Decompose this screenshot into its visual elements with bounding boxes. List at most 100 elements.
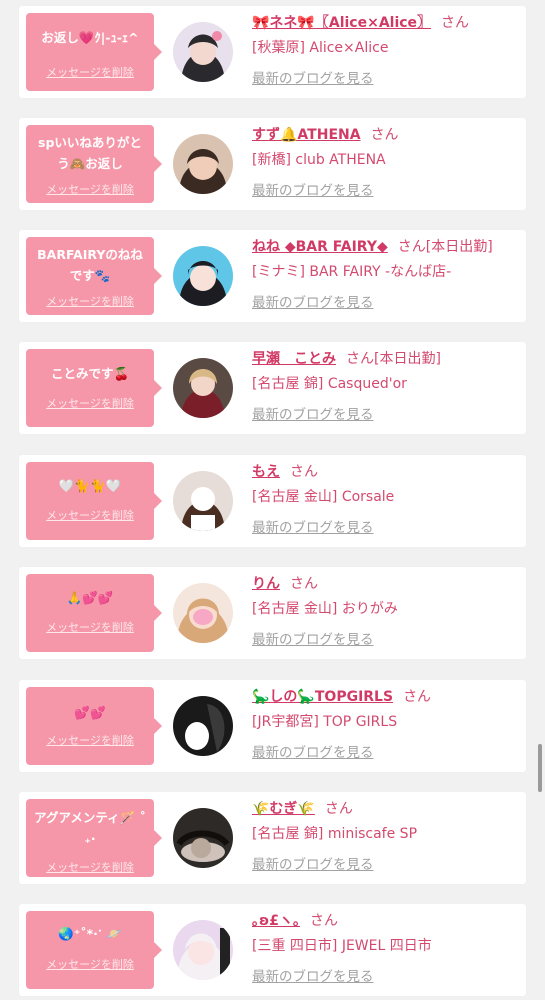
message-bubble: 🙏💕💕 メッセージを削除 [26,574,162,652]
latest-blog-link[interactable]: 最新のブログを見る [252,745,374,761]
scrollbar[interactable] [538,744,542,792]
message-card: 💕💕 メッセージを削除 🦕しの🦕TOPGIRLS さん [JR宇都宮] TOP G… [19,680,526,772]
girl-name-link[interactable]: 🌾むぎ🌾 [252,801,315,817]
girl-name-link[interactable]: 🎀ネネ🎀〖Alice×Alice〗 [252,15,431,31]
latest-blog-link[interactable]: 最新のブログを見る [252,71,374,87]
name-row: すず🔔ATHENA さん [252,125,522,145]
message-text: お返し💗ｸ|-ｭ-ｪ^ [41,30,139,45]
latest-blog-link[interactable]: 最新のブログを見る [252,969,374,985]
status-label: [本日出勤] [425,239,493,255]
delete-message-link[interactable]: メッセージを削除 [26,732,154,748]
latest-blog-link-row: 最新のブログを見る [252,743,522,763]
girl-name-link[interactable]: 早瀬 ことみ [252,351,336,367]
latest-blog-link-row: 最新のブログを見る [252,855,522,875]
avatar[interactable] [173,22,233,82]
latest-blog-link[interactable]: 最新のブログを見る [252,520,374,536]
shop-label: [秋葉原] Alice×Alice [252,40,389,56]
girl-name-link[interactable]: ｡ʚ£ヽ｡ [252,913,300,929]
message-bubble: ことみです🍒 メッセージを削除 [26,349,162,427]
latest-blog-link-row: 最新のブログを見る [252,518,522,538]
delete-message-link[interactable]: メッセージを削除 [26,395,154,411]
girl-name-link[interactable]: りん [252,576,280,592]
latest-blog-link[interactable]: 最新のブログを見る [252,407,374,423]
shop-label: [名古屋 錦] miniscafe SP [252,826,418,842]
delete-message-link[interactable]: メッセージを削除 [26,859,154,875]
status-label: [本日出勤] [374,351,441,367]
avatar[interactable] [173,246,233,306]
latest-blog-link[interactable]: 最新のブログを見る [252,295,374,311]
girl-info: ｡ʚ£ヽ｡ さん [三重 四日市] JEWEL 四日市 最新のブログを見る [252,911,522,987]
delete-message-link[interactable]: メッセージを削除 [26,181,154,197]
message-text: 🙏💕💕 [66,590,114,605]
delete-message-link[interactable]: メッセージを削除 [26,507,154,523]
san-suffix: さん [397,239,426,255]
delete-message-link[interactable]: メッセージを削除 [26,619,154,635]
message-card: 🌏⁺˚*·ॱ 🪐 メッセージを削除 ｡ʚ£ヽ｡ さん [三重 四日市] JEWEL… [19,904,526,996]
shop-label: [三重 四日市] JEWEL 四日市 [252,938,432,954]
name-row: 🦕しの🦕TOPGIRLS さん [252,687,522,707]
message-card: 🤍🐈🐈🤍 メッセージを削除 もえ さん [名古屋 金山] Corsale 最新のブ… [19,455,526,547]
avatar[interactable] [173,920,233,980]
girl-info: 早瀬 ことみ さん[本日出勤] [名古屋 錦] Casqued'or 最新のブログ… [252,349,522,425]
san-suffix: さん [324,801,353,817]
message-text: spいいねありがとう🙈お返し [38,135,142,171]
message-card: お返し💗ｸ|-ｭ-ｪ^ メッセージを削除 🎀ネネ🎀〖Alice×Alice〗 さん… [19,6,526,98]
avatar[interactable] [173,696,233,756]
latest-blog-link-row: 最新のブログを見る [252,181,522,201]
girl-info: ねね ◆BAR FAIRY◆ さん[本日出勤] [ミナミ] BAR FAIRY -… [252,237,522,313]
latest-blog-link[interactable]: 最新のブログを見る [252,857,374,873]
message-bubble: アグアメンティ🪄 ˚₊· メッセージを削除 [26,799,162,877]
san-suffix: さん [403,689,432,705]
san-suffix: さん [290,464,318,480]
delete-message-link[interactable]: メッセージを削除 [26,956,154,972]
message-bubble: 🤍🐈🐈🤍 メッセージを削除 [26,462,162,540]
girl-name-link[interactable]: ねね ◆BAR FAIRY◆ [252,239,388,255]
latest-blog-link-row: 最新のブログを見る [252,630,522,650]
message-bubble: 🌏⁺˚*·ॱ 🪐 メッセージを削除 [26,911,162,989]
avatar[interactable] [173,134,233,194]
message-card: 🙏💕💕 メッセージを削除 りん さん [名古屋 金山] おりがみ 最新のブログを見… [19,567,526,659]
name-row: りん さん [252,574,522,594]
latest-blog-link[interactable]: 最新のブログを見る [252,183,374,199]
name-row: 早瀬 ことみ さん[本日出勤] [252,349,522,369]
name-row: ｡ʚ£ヽ｡ さん [252,911,522,931]
message-text: アグアメンティ🪄 ˚₊· [34,810,146,846]
message-card: BARFAIRYのねねです🐾 メッセージを削除 ねね ◆BAR FAIRY◆ さん… [19,230,526,322]
girl-name-link[interactable]: すず🔔ATHENA [252,127,361,143]
girl-info: りん さん [名古屋 金山] おりがみ 最新のブログを見る [252,574,522,650]
san-suffix: さん [309,913,338,929]
latest-blog-link-row: 最新のブログを見る [252,293,522,313]
latest-blog-link-row: 最新のブログを見る [252,967,522,987]
girl-name-link[interactable]: もえ [252,464,280,480]
message-text: ことみです🍒 [50,366,130,381]
avatar[interactable] [173,583,233,643]
delete-message-link[interactable]: メッセージを削除 [26,64,154,80]
shop-label: [JR宇都宮] TOP GIRLS [252,714,398,730]
shop-label: [新橋] club ATHENA [252,152,386,168]
girl-info: もえ さん [名古屋 金山] Corsale 最新のブログを見る [252,462,522,538]
message-bubble: お返し💗ｸ|-ｭ-ｪ^ メッセージを削除 [26,13,162,91]
message-bubble: spいいねありがとう🙈お返し メッセージを削除 [26,125,162,203]
san-suffix: さん [441,15,470,31]
latest-blog-link-row: 最新のブログを見る [252,69,522,89]
avatar[interactable] [173,808,233,868]
message-text: BARFAIRYのねねです🐾 [37,247,143,283]
name-row: 🌾むぎ🌾 さん [252,799,522,819]
message-card: ことみです🍒 メッセージを削除 早瀬 ことみ さん[本日出勤] [名古屋 錦] C… [19,342,526,434]
san-suffix: さん [290,576,318,592]
shop-label: [ミナミ] BAR FAIRY -なんば店- [252,264,452,280]
shop-label: [名古屋 金山] おりがみ [252,601,398,617]
avatar[interactable] [173,358,233,418]
message-bubble: 💕💕 メッセージを削除 [26,687,162,765]
avatar[interactable] [173,471,233,531]
delete-message-link[interactable]: メッセージを削除 [26,293,154,309]
name-row: ねね ◆BAR FAIRY◆ さん[本日出勤] [252,237,522,257]
girl-name-link[interactable]: 🦕しの🦕TOPGIRLS [252,689,393,705]
message-text: 💕💕 [74,705,106,720]
girl-info: 🦕しの🦕TOPGIRLS さん [JR宇都宮] TOP GIRLS 最新のブログを… [252,687,522,763]
message-text: 🤍🐈🐈🤍 [58,478,122,493]
message-bubble: BARFAIRYのねねです🐾 メッセージを削除 [26,237,162,315]
shop-label: [名古屋 金山] Corsale [252,489,395,505]
latest-blog-link[interactable]: 最新のブログを見る [252,632,374,648]
girl-info: 🎀ネネ🎀〖Alice×Alice〗 さん [秋葉原] Alice×Alice 最新… [252,13,522,89]
